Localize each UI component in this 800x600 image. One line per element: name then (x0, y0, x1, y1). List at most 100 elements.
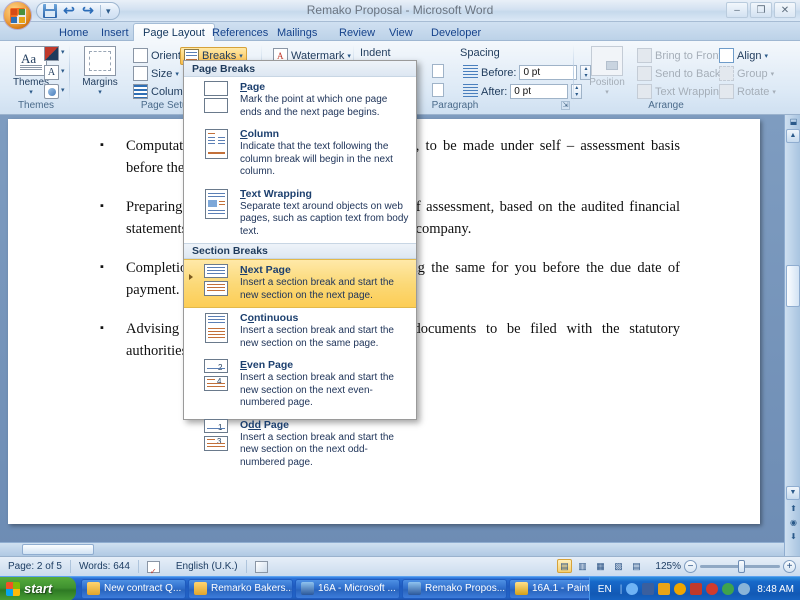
next-page-section-break-icon (202, 264, 232, 296)
menu-item-odd-page[interactable]: 1 3 Odd Page Insert a section break and … (184, 415, 416, 475)
zoom-slider-thumb[interactable] (738, 559, 745, 573)
margins-dropdown-icon[interactable]: ▾ (98, 88, 102, 96)
zoom-slider[interactable] (700, 559, 780, 573)
close-button[interactable]: ✕ (774, 2, 796, 18)
rotate-label: Rotate (737, 85, 770, 98)
antivirus-icon[interactable] (706, 583, 719, 595)
theme-colors-button[interactable] (44, 46, 59, 61)
indent-left-spinner[interactable] (432, 64, 444, 78)
media-icon[interactable] (690, 583, 703, 595)
network-icon[interactable] (642, 583, 655, 595)
view-web-layout-button[interactable]: ▦ (593, 559, 608, 573)
status-macro-icon[interactable] (247, 560, 276, 573)
breaks-dropdown-menu[interactable]: Page Breaks PPageage Mark the point at w… (183, 60, 417, 468)
tab-home[interactable]: Home (50, 24, 97, 41)
zoom-out-button[interactable]: − (684, 559, 697, 573)
title-bar: ↩ ↪ ▾ Remako Proposal - Microsoft Word –… (0, 0, 800, 30)
scroll-up-button[interactable]: ▲ (786, 129, 800, 143)
tab-view[interactable]: View (380, 24, 422, 41)
tab-review[interactable]: Review (330, 24, 384, 41)
select-browse-object-icon[interactable]: ◉ (788, 517, 799, 528)
rotate-dropdown-icon[interactable]: ▾ (772, 88, 776, 96)
menu-item-description: Separate text around objects on web page… (240, 200, 409, 237)
theme-effects-dropdown-icon[interactable]: ▾ (61, 86, 65, 94)
taskbar-item-16a-microsoft[interactable]: 16A - Microsoft ... (295, 578, 400, 599)
theme-effects-button[interactable] (44, 84, 59, 99)
minimize-button[interactable]: – (726, 2, 748, 18)
taskbar-item-remarko-bakers[interactable]: Remarko Bakers... (188, 578, 293, 599)
odd-page-section-break-icon: 1 3 (202, 418, 232, 451)
margins-button[interactable]: Margins ▾ (77, 46, 123, 96)
zoom-in-button[interactable]: + (783, 559, 796, 573)
menu-item-page[interactable]: PPageage Mark the point at which one pag… (184, 77, 416, 124)
status-page-indicator[interactable]: Page: 2 of 5 (0, 560, 71, 573)
bullet-marker: ▪ (100, 200, 104, 213)
group-dropdown-icon[interactable]: ▾ (771, 70, 775, 78)
view-print-layout-button[interactable]: ▤ (557, 559, 572, 573)
view-draft-button[interactable]: ▤ (629, 559, 644, 573)
previous-page-icon[interactable]: ⬆ (788, 503, 799, 514)
menu-item-column[interactable]: Column Indicate that the text following … (184, 124, 416, 184)
theme-fonts-button[interactable]: A (44, 65, 59, 80)
theme-fonts-dropdown-icon[interactable]: ▾ (61, 67, 65, 75)
warning-icon[interactable] (658, 583, 671, 595)
spacing-before-input[interactable]: 0 pt (519, 65, 578, 80)
taskbar-item-remako-proposal[interactable]: Remako Propos... (402, 578, 507, 599)
taskbar-item-label: Remako Propos... (425, 583, 506, 594)
status-language[interactable]: English (U.K.) (168, 560, 247, 573)
status-proofing-icon[interactable]: ✓ (139, 560, 168, 576)
view-full-screen-reading-button[interactable]: ▥ (575, 559, 590, 573)
tab-insert[interactable]: Insert (92, 24, 138, 41)
office-button[interactable] (3, 1, 32, 30)
horizontal-scroll-thumb[interactable] (22, 544, 94, 555)
menu-item-next-page[interactable]: Next Page Insert a section break and sta… (184, 259, 416, 308)
next-page-icon[interactable]: ⬇ (788, 531, 799, 542)
window-title: Remako Proposal - Microsoft Word (306, 3, 494, 17)
theme-colors-dropdown-icon[interactable]: ▾ (61, 48, 65, 56)
view-outline-button[interactable]: ▧ (611, 559, 626, 573)
vertical-scrollbar[interactable]: ▲ ⬓ ▼ ⬆ ◉ ⬇ (784, 115, 800, 556)
maximize-button[interactable]: ❐ (750, 2, 772, 18)
align-dropdown-icon[interactable]: ▾ (764, 52, 768, 60)
language-indicator[interactable]: EN (598, 584, 612, 595)
start-button[interactable]: start (0, 576, 76, 600)
tab-mailings[interactable]: Mailings (268, 24, 326, 41)
text-wrapping-icon (637, 84, 652, 99)
hover-marker-icon (189, 274, 193, 280)
watermark-dropdown-icon[interactable]: ▾ (347, 52, 351, 60)
taskbar-item-new-contract[interactable]: New contract Q... (81, 578, 186, 599)
sync-icon[interactable] (722, 583, 735, 595)
size-button[interactable]: Size ▾ (130, 65, 182, 82)
themes-dropdown-icon[interactable]: ▾ (29, 88, 33, 96)
menu-item-description: Indicate that the text following the col… (240, 141, 393, 177)
system-clock[interactable]: 8:48 AM (757, 584, 794, 595)
menu-item-title: Continuous (240, 312, 299, 324)
position-button[interactable]: Position ▾ (584, 46, 630, 96)
status-word-count[interactable]: Words: 644 (71, 560, 139, 573)
info-icon[interactable] (674, 583, 687, 595)
word-doc-icon (301, 582, 314, 595)
folder-icon (87, 582, 100, 595)
messenger-icon[interactable] (738, 583, 751, 595)
windows-flag-icon (6, 581, 20, 596)
spacing-after-input[interactable]: 0 pt (510, 84, 569, 99)
align-button[interactable]: Align ▾ (716, 47, 771, 64)
show-hidden-icons-icon[interactable] (626, 583, 639, 595)
group-button[interactable]: Group ▾ (716, 65, 777, 82)
scroll-down-button[interactable]: ▼ (786, 486, 800, 500)
breaks-dropdown-icon[interactable]: ▾ (239, 52, 243, 60)
menu-item-description: Insert a section break and start the new… (240, 431, 394, 468)
menu-item-text-wrapping[interactable]: Text Wrapping Separate text around objec… (184, 184, 416, 244)
split-bar-handle[interactable]: ⬓ (788, 116, 799, 127)
rotate-button[interactable]: Rotate ▾ (716, 83, 779, 100)
tab-developer[interactable]: Developer (422, 24, 490, 41)
vertical-scroll-thumb[interactable] (786, 265, 800, 307)
horizontal-scrollbar[interactable] (0, 542, 784, 556)
position-dropdown-icon[interactable]: ▾ (605, 88, 609, 96)
size-dropdown-icon[interactable]: ▾ (175, 70, 179, 78)
menu-item-even-page[interactable]: 2 4 Even Page Insert a section break and… (184, 355, 416, 415)
menu-item-continuous[interactable]: Continuous Insert a section break and st… (184, 308, 416, 355)
indent-right-spinner[interactable] (432, 83, 444, 97)
spacing-after-icon (463, 84, 478, 99)
tab-references[interactable]: References (203, 24, 277, 41)
